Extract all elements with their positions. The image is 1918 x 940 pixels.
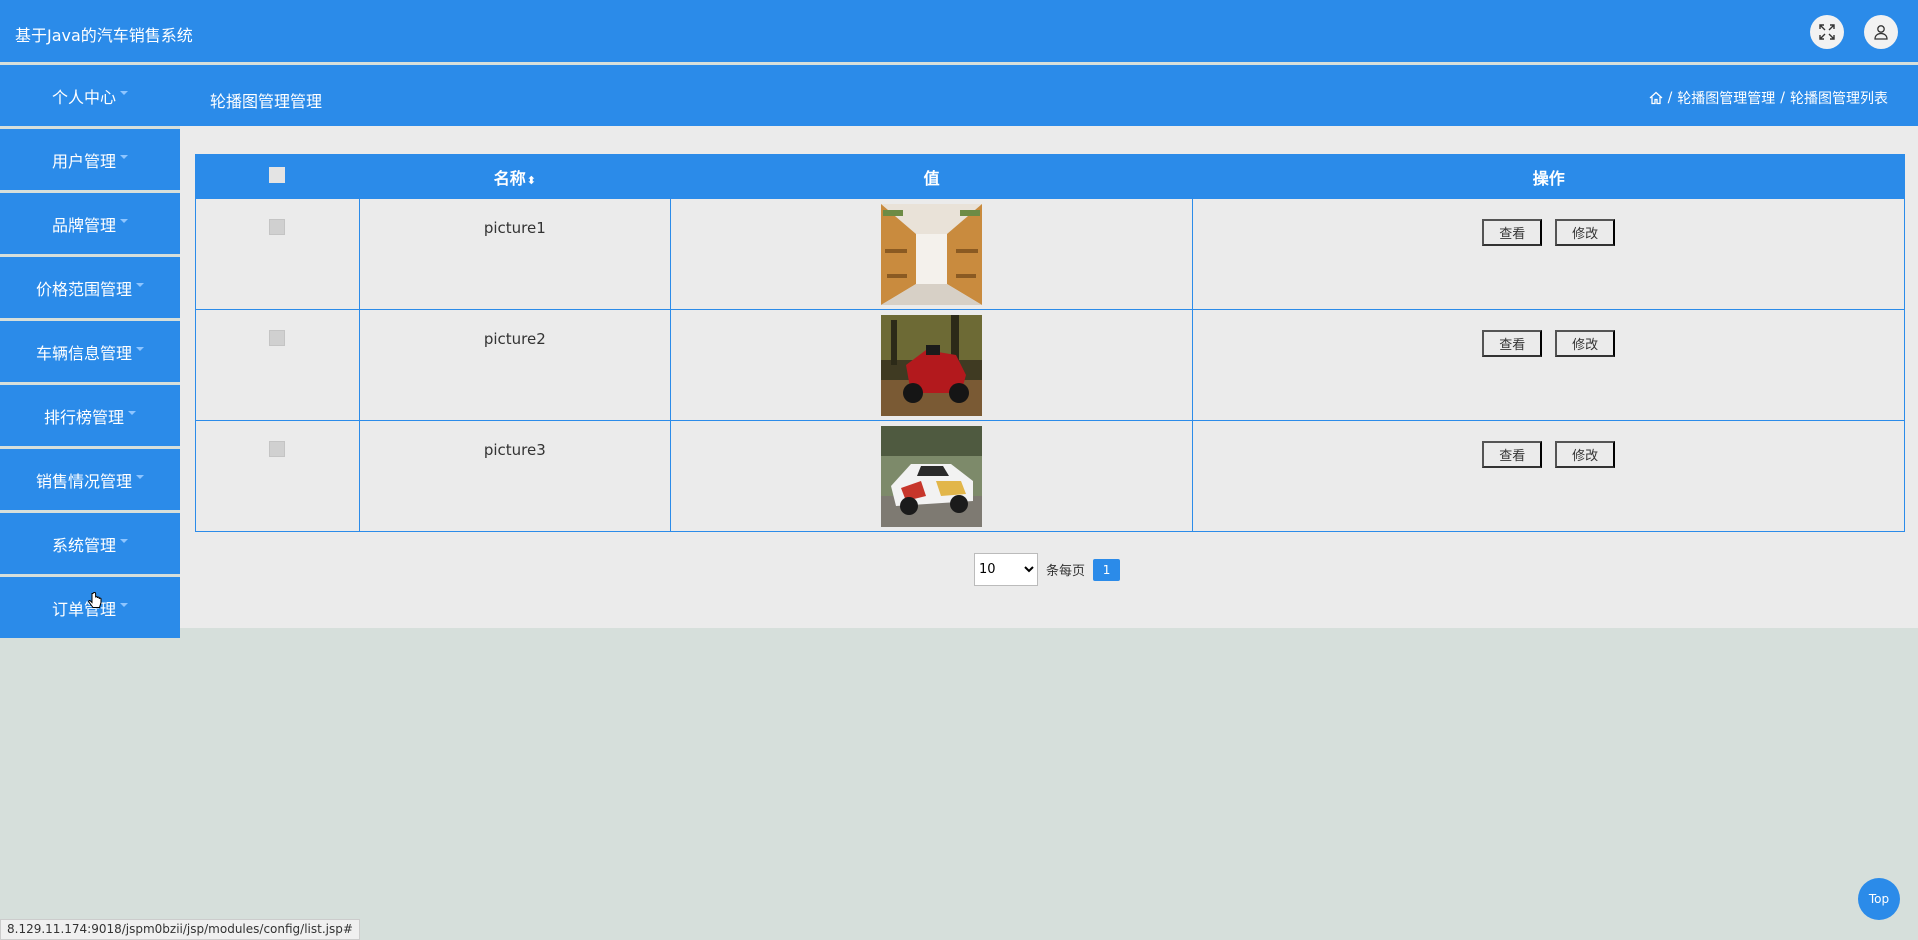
edit-button[interactable]: 修改 bbox=[1555, 330, 1616, 357]
column-header-name[interactable]: 名称⬍ bbox=[358, 154, 671, 199]
column-header-label: 名称 bbox=[493, 168, 526, 188]
table-header-row: 名称⬍ 值 操作 bbox=[195, 154, 1905, 199]
row-name: picture3 bbox=[358, 420, 671, 532]
view-button[interactable]: 查看 bbox=[1482, 441, 1543, 468]
back-to-top-button[interactable]: Top bbox=[1858, 878, 1900, 920]
sub-header-bar: 轮播图管理管理 / 轮播图管理管理 / 轮播图管理列表 bbox=[0, 65, 1918, 126]
caret-down-icon bbox=[136, 474, 144, 479]
sidebar-item-label: 车辆信息管理 bbox=[35, 343, 132, 363]
sidebar-item-system[interactable]: 系统管理 bbox=[0, 513, 180, 574]
caret-down-icon bbox=[120, 154, 128, 159]
caret-down-icon bbox=[120, 90, 128, 95]
breadcrumb: / 轮播图管理管理 / 轮播图管理列表 bbox=[1649, 88, 1888, 108]
page-number-button[interactable]: 1 bbox=[1093, 558, 1121, 581]
sidebar-item-personal-center[interactable]: 个人中心 bbox=[0, 65, 180, 126]
row-checkbox[interactable] bbox=[269, 441, 286, 457]
fullscreen-button[interactable] bbox=[1810, 15, 1844, 49]
edit-button[interactable]: 修改 bbox=[1555, 441, 1616, 468]
sidebar-item-label: 销售情况管理 bbox=[35, 471, 132, 491]
page-title: 轮播图管理管理 bbox=[210, 92, 323, 111]
user-menu-button[interactable] bbox=[1864, 15, 1898, 49]
row-name: picture2 bbox=[358, 309, 671, 421]
row-checkbox[interactable] bbox=[269, 330, 286, 346]
select-all-checkbox[interactable] bbox=[269, 166, 286, 183]
per-page-label: 条每页 bbox=[1046, 564, 1086, 579]
sidebar-item-label: 系统管理 bbox=[51, 535, 116, 555]
view-button[interactable]: 查看 bbox=[1482, 219, 1543, 246]
column-header-value: 值 bbox=[669, 154, 1194, 199]
sidebar-item-label: 品牌管理 bbox=[51, 215, 116, 235]
sidebar-item-sales[interactable]: 销售情况管理 bbox=[0, 449, 180, 510]
sidebar-item-label: 价格范围管理 bbox=[35, 279, 132, 299]
sidebar-item-vehicles[interactable]: 车辆信息管理 bbox=[0, 321, 180, 382]
caret-down-icon bbox=[128, 410, 136, 415]
main-content: 名称⬍ 值 操作 picture1 查看 修改 picture2 查看 修改 p… bbox=[180, 126, 1918, 628]
caret-down-icon bbox=[136, 282, 144, 287]
sidebar-item-rankings[interactable]: 排行榜管理 bbox=[0, 385, 180, 446]
home-icon[interactable] bbox=[1649, 91, 1663, 105]
page-size-select[interactable]: 10 bbox=[974, 553, 1038, 586]
pagination: 10 条每页 1 bbox=[974, 553, 1121, 586]
edit-button[interactable]: 修改 bbox=[1555, 219, 1616, 246]
table-row: picture1 查看 修改 bbox=[195, 198, 1905, 310]
sidebar-item-label: 排行榜管理 bbox=[43, 407, 124, 427]
app-title: 基于Java的汽车销售系统 bbox=[15, 26, 193, 45]
sidebar-item-brands[interactable]: 品牌管理 bbox=[0, 193, 180, 254]
fullscreen-icon bbox=[1819, 24, 1835, 40]
caret-down-icon bbox=[120, 218, 128, 223]
sidebar-item-label: 个人中心 bbox=[51, 87, 116, 107]
red-buggy-image bbox=[881, 315, 983, 416]
row-checkbox[interactable] bbox=[269, 219, 286, 235]
table-row: picture2 查看 修改 bbox=[195, 309, 1905, 421]
user-icon bbox=[1874, 25, 1888, 40]
select-all-cell bbox=[195, 154, 360, 199]
breadcrumb-separator: / bbox=[1780, 90, 1785, 106]
sidebar-item-price-ranges[interactable]: 价格范围管理 bbox=[0, 257, 180, 318]
sidebar-item-label: 订单管理 bbox=[51, 599, 116, 619]
table-row: picture3 查看 修改 bbox=[195, 420, 1905, 532]
sort-icon[interactable]: ⬍ bbox=[527, 174, 536, 187]
caret-down-icon bbox=[136, 346, 144, 351]
row-name: picture1 bbox=[358, 198, 671, 310]
breadcrumb-separator: / bbox=[1667, 90, 1673, 106]
top-bar: 基于Java的汽车销售系统 bbox=[0, 0, 1918, 62]
caret-down-icon bbox=[120, 602, 128, 607]
carousel-table: 名称⬍ 值 操作 picture1 查看 修改 picture2 查看 修改 p… bbox=[195, 154, 1905, 532]
view-button[interactable]: 查看 bbox=[1482, 330, 1543, 357]
caret-down-icon bbox=[120, 538, 128, 543]
sidebar-item-label: 用户管理 bbox=[51, 151, 116, 171]
breadcrumb-item-list: 轮播图管理列表 bbox=[1790, 91, 1888, 107]
status-bar-url: 8.129.11.174:9018/jspm0bzii/jsp/modules/… bbox=[0, 919, 360, 940]
breadcrumb-item-module[interactable]: 轮播图管理管理 bbox=[1677, 88, 1775, 108]
hand-cursor-icon bbox=[88, 592, 102, 615]
sidebar-item-users[interactable]: 用户管理 bbox=[0, 129, 180, 190]
race-car-image bbox=[881, 426, 983, 527]
library-corridor-image bbox=[881, 204, 983, 305]
column-header-actions: 操作 bbox=[1192, 154, 1905, 199]
